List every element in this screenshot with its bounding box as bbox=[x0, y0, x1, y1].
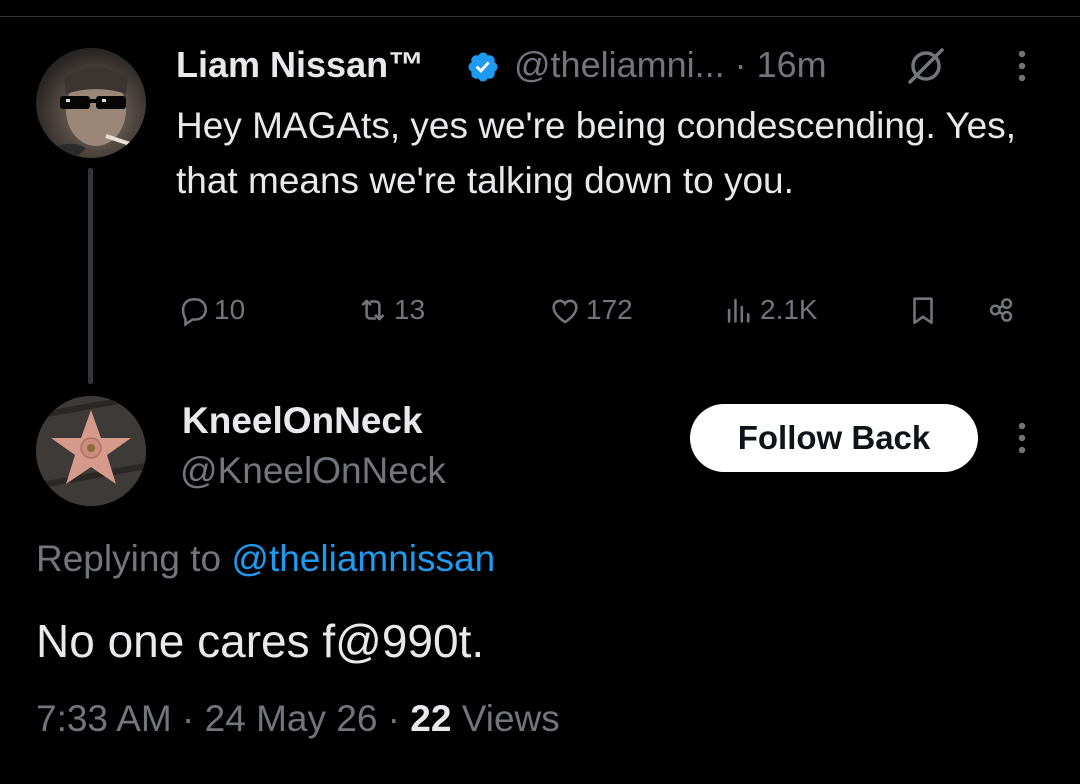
avatar[interactable] bbox=[36, 396, 146, 506]
bookmark-button[interactable] bbox=[906, 290, 940, 330]
author-handle-time[interactable]: @theliamni... · 16m bbox=[514, 44, 827, 86]
avatar[interactable] bbox=[36, 48, 146, 158]
share-icon bbox=[989, 298, 1013, 322]
replying-to-prefix: Replying to bbox=[36, 538, 222, 579]
reply-text: No one cares f@990t. bbox=[36, 615, 485, 667]
thread-connector bbox=[88, 168, 93, 384]
like-count: 172 bbox=[586, 294, 633, 325]
views-icon bbox=[727, 298, 750, 323]
repost-count: 13 bbox=[394, 294, 426, 325]
tweet-meta: 7:33 AM · 24 May 26 · 22 Views bbox=[36, 698, 560, 740]
author-handle[interactable]: @KneelOnNeck bbox=[180, 450, 446, 492]
views-count: 22 bbox=[410, 698, 452, 739]
views-label: Views bbox=[461, 698, 560, 739]
more-icon[interactable] bbox=[1012, 46, 1032, 86]
bookmark-icon bbox=[913, 297, 933, 325]
author-name[interactable]: Liam Nissan™ bbox=[176, 44, 424, 86]
views-button[interactable]: 2.1K bbox=[722, 290, 818, 330]
repost-icon bbox=[361, 299, 385, 321]
follow-back-button[interactable]: Follow Back bbox=[690, 404, 978, 472]
like-button[interactable]: 172 bbox=[548, 290, 633, 330]
reply-icon bbox=[181, 298, 208, 327]
reply-count: 10 bbox=[214, 294, 246, 325]
replying-to: Replying to @theliamnissan bbox=[36, 538, 495, 580]
tweet-text: Hey MAGAts, yes we're being condescendin… bbox=[176, 105, 1017, 201]
verified-icon bbox=[468, 52, 498, 82]
grok-icon[interactable] bbox=[906, 46, 946, 86]
views-count: 2.1K bbox=[760, 294, 818, 325]
repost-button[interactable]: 13 bbox=[356, 290, 425, 330]
author-name[interactable]: KneelOnNeck bbox=[182, 400, 423, 442]
more-icon[interactable] bbox=[1012, 418, 1032, 458]
timestamp[interactable]: 7:33 AM · 24 May 26 · bbox=[36, 698, 400, 739]
share-button[interactable] bbox=[984, 290, 1018, 330]
top-divider bbox=[0, 16, 1080, 17]
reply-button[interactable]: 10 bbox=[176, 290, 245, 330]
replying-to-mention[interactable]: @theliamnissan bbox=[231, 538, 495, 579]
like-icon bbox=[552, 299, 578, 324]
